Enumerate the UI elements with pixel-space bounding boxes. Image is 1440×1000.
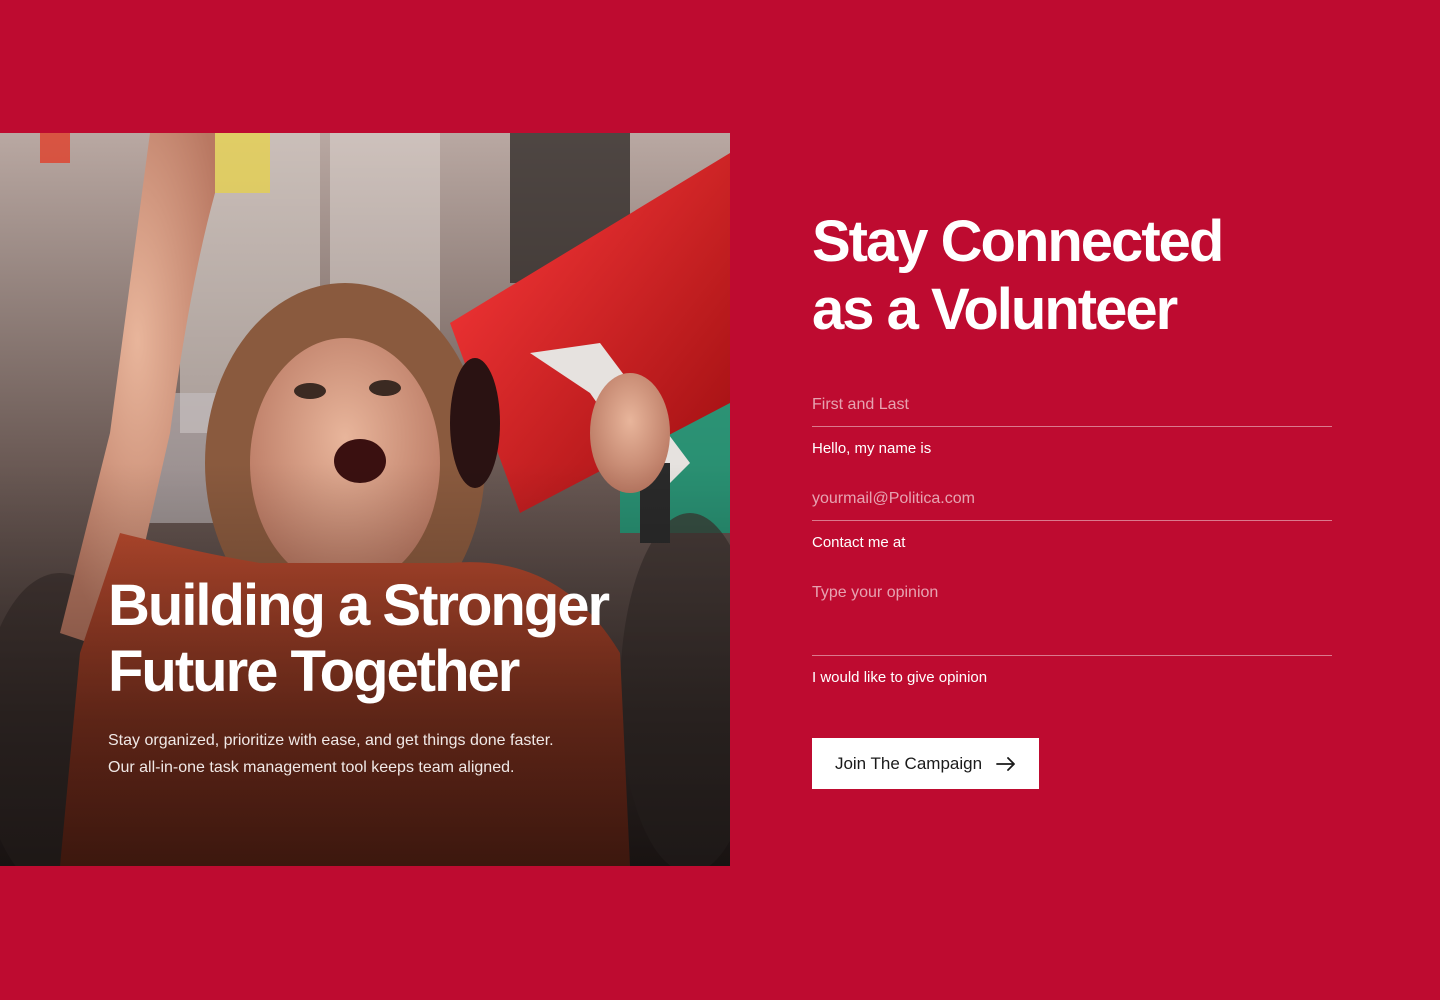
- form-title: Stay Connected as a Volunteer: [812, 208, 1352, 344]
- form-title-line-1: Stay Connected: [812, 209, 1224, 274]
- name-field-label: Hello, my name is: [812, 440, 932, 457]
- email-input[interactable]: [812, 490, 1332, 521]
- opinion-field-group: I would like to give opinion: [812, 584, 1332, 686]
- hero-subtitle-line-2: Our all-in-one task management tool keep…: [108, 759, 515, 776]
- name-input[interactable]: [812, 396, 1332, 427]
- hero-subtitle: Stay organized, prioritize with ease, an…: [108, 727, 668, 781]
- opinion-field-label: I would like to give opinion: [812, 669, 988, 686]
- join-campaign-button-label: Join The Campaign: [834, 753, 983, 773]
- email-field-group: Contact me at: [812, 490, 1332, 551]
- form-title-line-2: as a Volunteer: [812, 277, 1178, 342]
- name-field-group: Hello, my name is: [812, 396, 1332, 457]
- join-campaign-button[interactable]: Join The Campaign: [812, 738, 1039, 789]
- hero-title-line-2: Future Together: [108, 639, 520, 704]
- hero-panel: Building a Stronger Future Together Stay…: [0, 133, 730, 866]
- opinion-textarea[interactable]: [812, 584, 1332, 656]
- hero-title: Building a Stronger Future Together: [108, 573, 668, 705]
- email-field-label: Contact me at: [812, 534, 906, 551]
- arrow-right-icon: [996, 756, 1016, 771]
- hero-subtitle-line-1: Stay organized, prioritize with ease, an…: [108, 732, 554, 749]
- hero-title-line-1: Building a Stronger: [108, 573, 610, 638]
